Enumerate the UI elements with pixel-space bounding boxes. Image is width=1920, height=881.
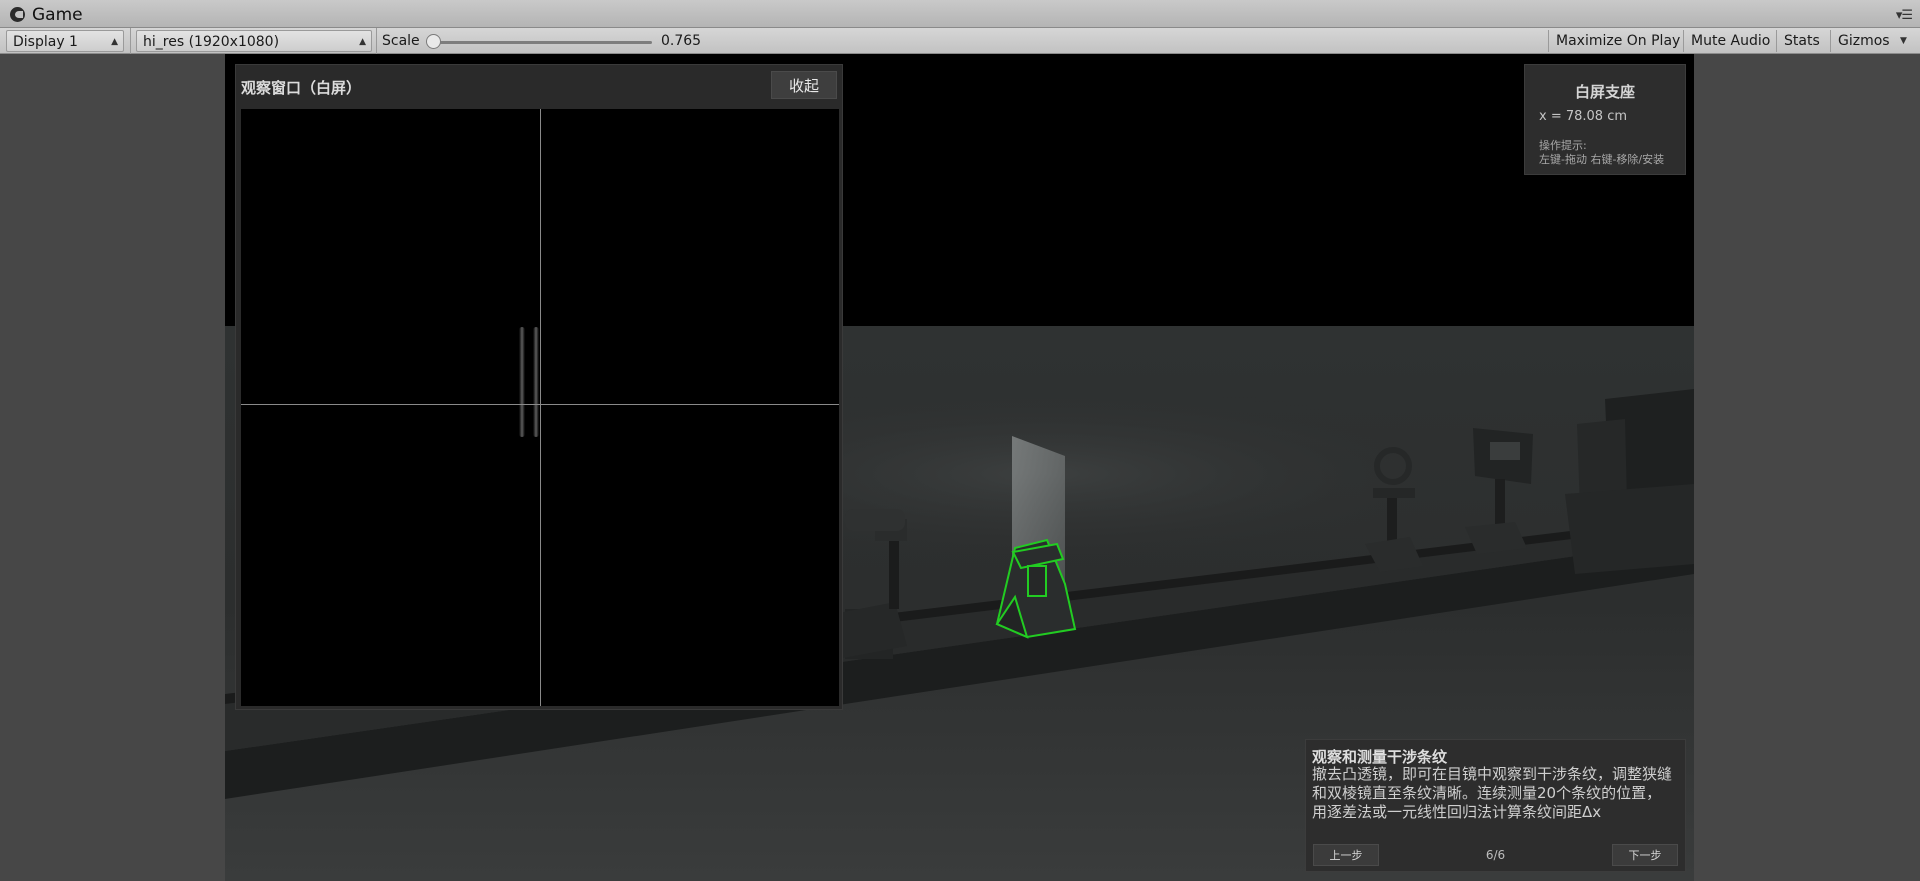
toolbar-divider [376, 28, 377, 54]
component-name: 白屏支座 [1574, 83, 1635, 101]
component-position: x = 78.08 cm [1539, 109, 1628, 124]
observation-window: 观察窗口（白屏） 收起 [235, 64, 843, 710]
window-titlebar: Game ▾☰ [0, 0, 1920, 28]
maximize-on-play-button[interactable]: Maximize On Play [1548, 30, 1687, 52]
scale-slider-track[interactable] [432, 41, 652, 44]
gizmos-dropdown-arrow-icon[interactable]: ▼ [1900, 30, 1907, 52]
instruction-line: 用逐差法或一元线性回归法计算条纹间距Δx [1312, 803, 1602, 821]
stats-button[interactable]: Stats [1776, 30, 1827, 52]
gizmos-button[interactable]: Gizmos [1830, 30, 1897, 52]
resolution-dropdown-label: hi_res (1920x1080) [143, 34, 280, 50]
collapse-button[interactable]: 收起 [771, 71, 837, 99]
next-step-button[interactable]: 下一步 [1612, 844, 1678, 866]
interference-fringe [533, 327, 539, 437]
unity-game-window: Game ▾☰ Display 1 ▲ hi_res (1920x1080) ▲… [0, 0, 1920, 881]
crosshair-vertical [540, 109, 541, 706]
scale-label: Scale [382, 33, 420, 49]
mute-audio-button[interactable]: Mute Audio [1683, 30, 1777, 52]
component-info-panel: 白屏支座 x = 78.08 cm 操作提示: 左键-拖动 右键-移除/安装 [1524, 64, 1686, 175]
resolution-dropdown[interactable]: hi_res (1920x1080) ▲ [136, 30, 372, 52]
toolbar-divider [130, 28, 131, 54]
window-title: Game [32, 5, 83, 25]
instruction-title: 观察和测量干涉条纹 [1312, 748, 1448, 766]
eyepiece-view [241, 109, 839, 706]
unity-logo-icon [10, 7, 25, 22]
dropdown-arrows-icon: ▲ [359, 37, 366, 47]
scale-value: 0.765 [661, 33, 702, 49]
display-dropdown-label: Display 1 [13, 34, 78, 50]
dropdown-arrows-icon: ▲ [111, 37, 118, 47]
hint-text: 左键-拖动 右键-移除/安装 [1539, 153, 1665, 166]
crosshair-horizontal [241, 404, 839, 405]
instruction-body: 撤去凸透镜，即可在目镜中观察到干涉条纹，调整狭缝 和双棱镜直至条纹清晰。连续测量… [1312, 765, 1684, 822]
instruction-line: 和双棱镜直至条纹清晰。连续测量20个条纹的位置， [1312, 784, 1662, 802]
instruction-panel: 观察和测量干涉条纹 撤去凸透镜，即可在目镜中观察到干涉条纹，调整狭缝 和双棱镜直… [1305, 739, 1686, 872]
game-toolbar: Display 1 ▲ hi_res (1920x1080) ▲ Scale 0… [0, 28, 1920, 54]
scale-slider-handle[interactable] [426, 34, 441, 49]
instruction-line: 撤去凸透镜，即可在目镜中观察到干涉条纹，调整狭缝 [1312, 765, 1673, 783]
display-dropdown[interactable]: Display 1 ▲ [6, 30, 124, 52]
interference-fringe [519, 327, 525, 437]
observation-window-title: 观察窗口（白屏） [241, 79, 362, 97]
menu-icon[interactable]: ▾☰ [1896, 8, 1913, 23]
